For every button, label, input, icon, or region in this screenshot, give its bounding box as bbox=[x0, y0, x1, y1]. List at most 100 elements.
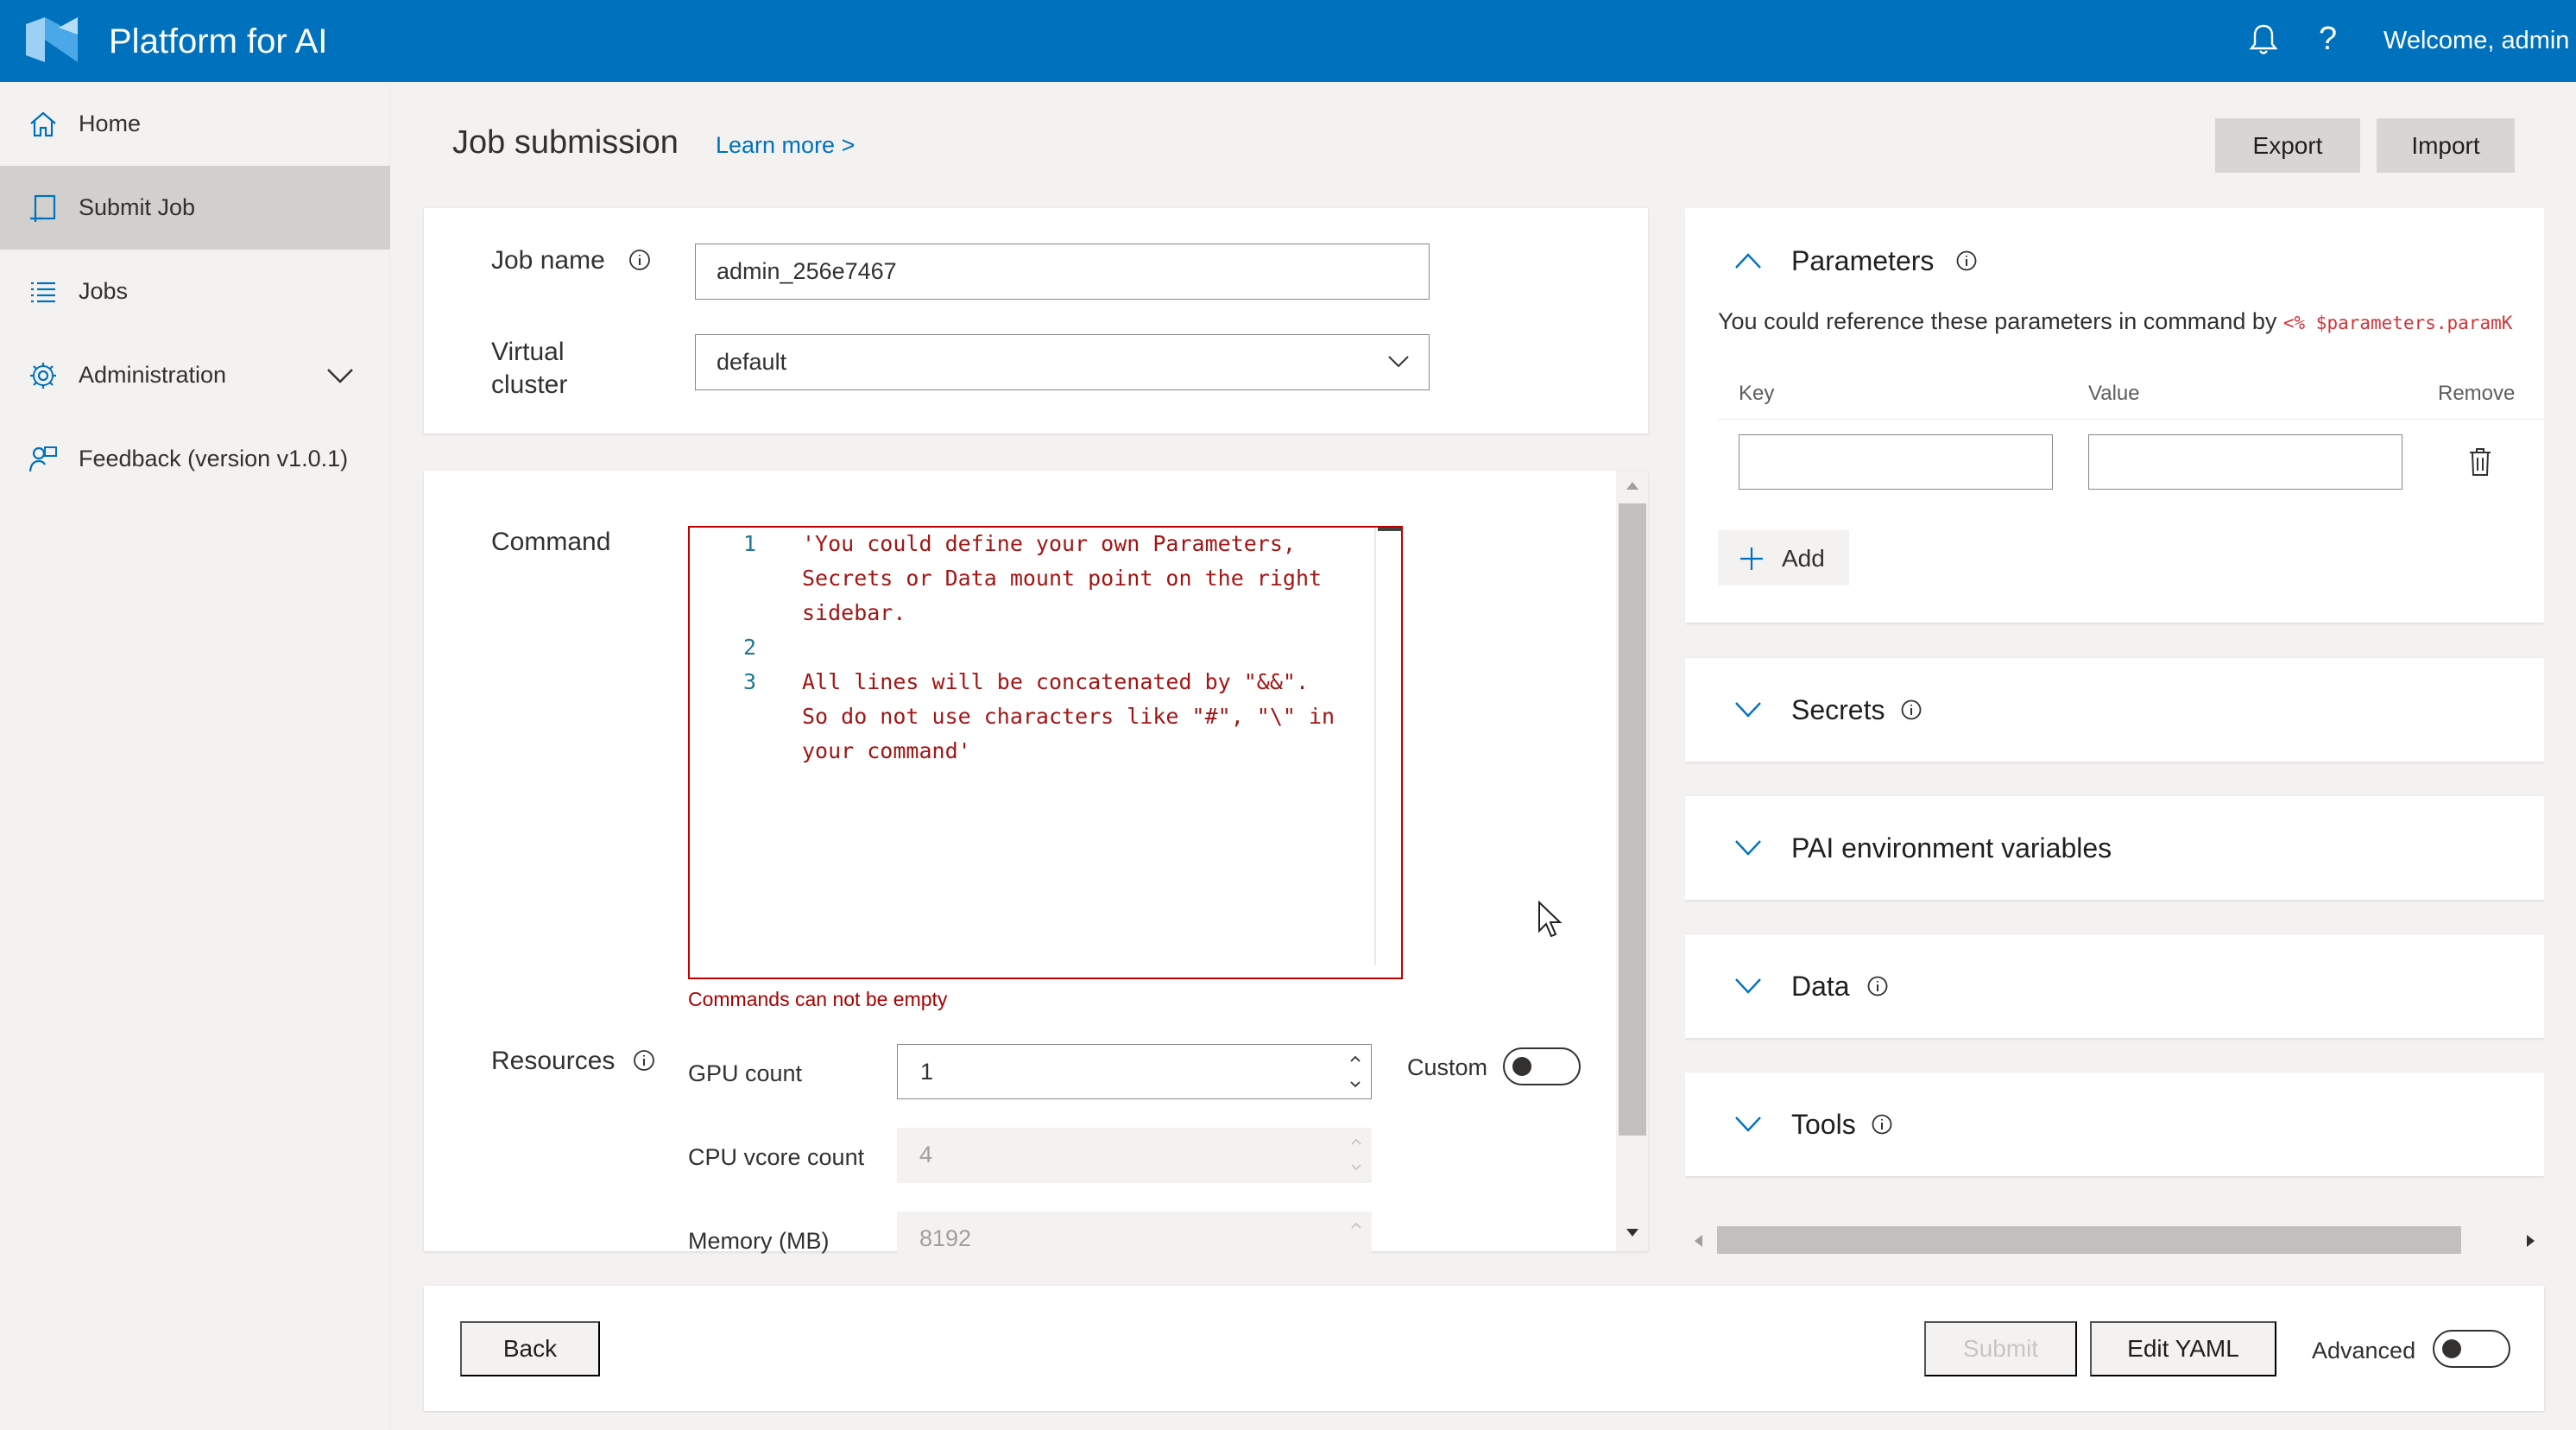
learn-more-link[interactable]: Learn more > bbox=[716, 130, 855, 161]
command-editor[interactable]: 1 'You could define your own Parameters, S… bbox=[688, 526, 1403, 979]
gpu-count-stepper[interactable]: 1 bbox=[897, 1044, 1372, 1099]
sidebar-item-label: Jobs bbox=[79, 278, 129, 304]
line-number: 2 bbox=[743, 635, 757, 660]
spin-arrows-icon bbox=[1351, 1222, 1361, 1229]
line-number: 3 bbox=[743, 669, 757, 694]
right-sidebar: Parameters You could reference these par… bbox=[1685, 208, 2544, 1253]
chevron-down-icon[interactable] bbox=[1733, 838, 1763, 857]
scroll-down-icon[interactable] bbox=[1625, 1227, 1640, 1239]
chevron-down-icon[interactable] bbox=[1733, 1115, 1763, 1134]
plus-icon bbox=[1740, 547, 1763, 570]
gpu-count-value: 1 bbox=[920, 1059, 934, 1085]
resources-label: Resources bbox=[491, 1047, 616, 1075]
virtual-cluster-value: default bbox=[717, 349, 787, 375]
sidebar-item-home[interactable]: Home bbox=[0, 82, 390, 166]
welcome-user-menu[interactable]: Welcome, admin bbox=[2383, 23, 2569, 58]
chevron-down-icon[interactable] bbox=[326, 367, 354, 384]
add-parameter-button[interactable]: Add bbox=[1718, 530, 1849, 585]
custom-label: Custom bbox=[1407, 1054, 1488, 1080]
sidebar: Home Submit Job Jobs Administration Feed bbox=[0, 82, 390, 1430]
list-icon bbox=[31, 282, 55, 302]
sidebar-item-submit-job[interactable]: Submit Job bbox=[0, 166, 390, 250]
notification-bell-icon[interactable] bbox=[2248, 22, 2279, 57]
command-card-scrollbar[interactable] bbox=[1616, 471, 1648, 1251]
scrollbar-thumb[interactable] bbox=[1619, 503, 1646, 1136]
code-line: Secrets or Data mount point on the right bbox=[802, 566, 1323, 591]
parameter-value-input[interactable] bbox=[2088, 434, 2402, 490]
scrollbar-thumb[interactable] bbox=[1717, 1226, 2461, 1254]
cpu-vcore-count-label: CPU vcore count bbox=[688, 1144, 865, 1170]
toggle-knob bbox=[2442, 1339, 2461, 1358]
parameters-description: You could reference these parameters in … bbox=[1718, 306, 2512, 339]
gpu-count-label: GPU count bbox=[688, 1060, 803, 1086]
info-icon[interactable] bbox=[1900, 699, 1923, 721]
info-icon[interactable] bbox=[628, 248, 652, 272]
info-icon[interactable] bbox=[1866, 975, 1889, 997]
scroll-right-icon[interactable] bbox=[2525, 1233, 2537, 1249]
submit-job-icon bbox=[30, 194, 56, 222]
trash-icon[interactable] bbox=[2467, 446, 2493, 478]
import-button[interactable]: Import bbox=[2377, 118, 2515, 173]
app-title: Platform for AI bbox=[109, 22, 328, 60]
tools-title: Tools bbox=[1791, 1109, 1856, 1140]
job-name-label: Job name bbox=[491, 246, 605, 275]
remove-column-header: Remove bbox=[2438, 382, 2516, 405]
scroll-left-icon[interactable] bbox=[1692, 1233, 1704, 1249]
editor-scroll-track bbox=[1374, 528, 1376, 965]
secrets-card[interactable]: Secrets bbox=[1685, 658, 2544, 762]
advanced-toggle[interactable] bbox=[2433, 1330, 2510, 1368]
toggle-knob bbox=[1512, 1057, 1531, 1076]
back-button[interactable]: Back bbox=[460, 1321, 600, 1376]
spin-arrows-icon[interactable] bbox=[1347, 1050, 1364, 1093]
secrets-title: Secrets bbox=[1791, 694, 1885, 725]
line-number: 1 bbox=[743, 531, 757, 556]
virtual-cluster-label: Virtual cluster bbox=[491, 338, 568, 399]
info-icon[interactable] bbox=[1955, 250, 1978, 272]
key-column-header: Key bbox=[1739, 382, 1775, 405]
virtual-cluster-dropdown[interactable]: default bbox=[695, 334, 1430, 390]
sidebar-item-feedback[interactable]: Feedback (version v1.0.1) bbox=[0, 417, 390, 501]
sidebar-item-label: Home bbox=[79, 111, 142, 136]
pai-environment-variables-card[interactable]: PAI environment variables bbox=[1685, 796, 2544, 900]
job-name-input[interactable]: admin_256e7467 bbox=[695, 244, 1430, 300]
edit-yaml-button[interactable]: Edit YAML bbox=[2090, 1321, 2276, 1376]
chevron-down-icon[interactable] bbox=[1733, 977, 1763, 996]
cpu-vcore-count-value: 4 bbox=[919, 1142, 933, 1167]
parameters-code-snippet: <% $parameters.paramK bbox=[2282, 313, 2513, 333]
right-panel-horizontal-scrollbar[interactable] bbox=[1685, 1224, 2544, 1256]
parameter-key-input[interactable] bbox=[1739, 434, 2053, 490]
chevron-up-icon[interactable] bbox=[1733, 251, 1763, 270]
advanced-label: Advanced bbox=[2312, 1338, 2416, 1364]
sidebar-item-label: Submit Job bbox=[79, 194, 196, 220]
parameters-card: Parameters You could reference these par… bbox=[1685, 208, 2544, 623]
sidebar-item-jobs[interactable]: Jobs bbox=[0, 250, 390, 333]
home-icon bbox=[30, 111, 56, 136]
chevron-down-icon[interactable] bbox=[1733, 700, 1763, 719]
scroll-up-icon[interactable] bbox=[1625, 479, 1640, 491]
tools-card[interactable]: Tools bbox=[1685, 1072, 2544, 1176]
top-bar: Platform for AI ? Welcome, admin bbox=[0, 0, 2576, 82]
code-line: So do not use characters like "#", "\" i… bbox=[802, 704, 1335, 729]
memory-stepper: 8192 bbox=[897, 1212, 1372, 1267]
memory-label: Memory (MB) bbox=[688, 1228, 830, 1254]
custom-toggle[interactable] bbox=[1503, 1047, 1581, 1085]
data-card[interactable]: Data bbox=[1685, 934, 2544, 1038]
help-icon[interactable]: ? bbox=[2319, 17, 2337, 60]
submit-button[interactable]: Submit bbox=[1924, 1321, 2077, 1376]
add-label: Add bbox=[1782, 545, 1825, 572]
info-icon[interactable] bbox=[1871, 1113, 1893, 1136]
page-title: Job submission bbox=[452, 124, 679, 161]
cpu-vcore-count-stepper: 4 bbox=[897, 1128, 1372, 1183]
sidebar-item-label: Administration bbox=[79, 362, 227, 388]
command-label: Command bbox=[491, 528, 611, 556]
gear-icon bbox=[30, 362, 56, 389]
mouse-cursor-icon bbox=[1538, 900, 1563, 938]
sidebar-item-administration[interactable]: Administration bbox=[0, 333, 390, 417]
info-icon[interactable] bbox=[632, 1048, 656, 1072]
spin-arrows-icon bbox=[1351, 1138, 1361, 1171]
divider bbox=[1718, 419, 2544, 420]
data-title: Data bbox=[1791, 971, 1850, 1002]
export-button[interactable]: Export bbox=[2215, 118, 2360, 173]
value-column-header: Value bbox=[2088, 382, 2140, 405]
pai-environment-variables-title: PAI environment variables bbox=[1791, 832, 2112, 864]
